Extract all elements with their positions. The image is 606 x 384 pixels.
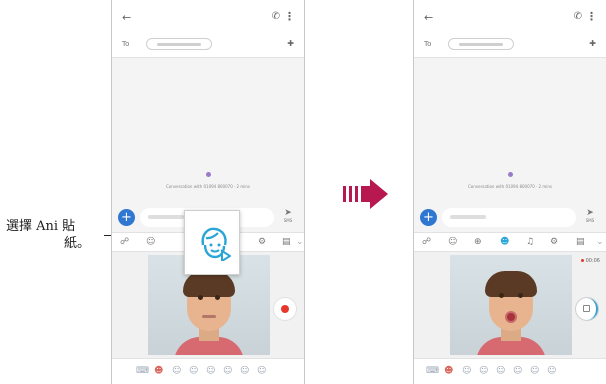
clipboard-icon[interactable]: ▤ xyxy=(282,237,291,248)
send-icon: ➤ xyxy=(586,208,594,218)
conversation-info: Conversation with 01094 800070 · 2 mins xyxy=(468,184,552,189)
ani-camera-area: 00:06 xyxy=(414,252,606,358)
rabbit-sticker-icon[interactable]: ☺ xyxy=(240,366,249,377)
rabbit-sticker-icon[interactable]: ☺ xyxy=(530,366,539,377)
bird-sticker-icon[interactable]: ☺ xyxy=(513,366,522,377)
collapse-icon[interactable]: ⌄ xyxy=(596,237,604,248)
compose-bar: + ➤ SMS xyxy=(414,204,606,232)
more-options-icon[interactable]: ⋮ xyxy=(586,10,597,23)
keyboard-icon[interactable]: ⌨ xyxy=(136,366,149,377)
phone-before: ← ✆ ⋮ To ✚ Conversation with 01094 80007… xyxy=(111,0,305,384)
message-area: Conversation with 01094 800070 · 2 mins xyxy=(414,58,606,204)
record-button[interactable] xyxy=(274,298,296,320)
back-arrow-icon[interactable]: ← xyxy=(424,11,433,24)
cat-sticker-icon[interactable]: ☺ xyxy=(462,366,471,377)
recipient-chip[interactable] xyxy=(448,38,514,50)
contact-dot-icon xyxy=(508,172,513,177)
app-bar: ← ✆ ⋮ xyxy=(414,0,606,32)
collapse-icon[interactable]: ⌄ xyxy=(296,237,304,248)
message-area: Conversation with 01094 800070 · 2 mins xyxy=(112,58,304,204)
dog-sticker-icon[interactable]: ☺ xyxy=(496,366,505,377)
ani-sticker-icon[interactable]: ☻ xyxy=(500,237,509,248)
to-label: To xyxy=(424,40,432,48)
recipient-bar: To ✚ xyxy=(112,32,304,58)
bird-sticker-icon[interactable]: ☺ xyxy=(223,366,232,377)
to-label: To xyxy=(122,40,130,48)
contact-dot-icon xyxy=(206,172,211,177)
send-sms-button[interactable]: ➤ SMS xyxy=(580,208,600,223)
clipboard-icon[interactable]: ▤ xyxy=(576,237,585,248)
ani-sticker-highlight[interactable] xyxy=(184,210,240,275)
message-input[interactable] xyxy=(442,208,576,227)
avatar xyxy=(476,271,546,355)
send-sms-label: SMS xyxy=(283,218,293,223)
ghost-sticker-icon[interactable]: ☺ xyxy=(257,366,266,377)
transition-arrow-icon xyxy=(343,179,388,209)
add-people-icon[interactable]: ✚ xyxy=(589,39,596,48)
sticker-bar: ⌨ ☻ ☺ ☺ ☺ ☺ ☺ ☺ xyxy=(112,358,304,384)
recipient-chip[interactable] xyxy=(146,38,212,50)
settings-icon[interactable]: ⚙ xyxy=(258,237,266,248)
app-bar: ← ✆ ⋮ xyxy=(112,0,304,32)
phone-call-icon[interactable]: ✆ xyxy=(272,11,280,22)
cat-sticker-icon[interactable]: ☺ xyxy=(172,366,181,377)
shortcut-icon[interactable]: ☍ xyxy=(422,237,431,248)
send-icon: ➤ xyxy=(284,208,292,218)
keyboard-toolbar: ☍ ☺ ⊕ ☻ ♫ ⚙ ▤ ⌄ xyxy=(414,232,606,252)
send-sms-label: SMS xyxy=(585,218,595,223)
recipient-bar: To ✚ xyxy=(414,32,606,58)
sticker-bar: ⌨ ☻ ☺ ☺ ☺ ☺ ☺ ☺ xyxy=(414,358,606,384)
back-arrow-icon[interactable]: ← xyxy=(122,11,131,24)
callout-line-1: 選擇 Ani 貼 xyxy=(6,219,76,234)
settings-icon[interactable]: ⚙ xyxy=(550,237,558,248)
mic-icon[interactable]: ♫ xyxy=(526,237,534,248)
callout-line-2: 紙。 xyxy=(64,236,91,251)
avatar-preview xyxy=(450,255,572,355)
stop-recording-button[interactable] xyxy=(576,298,598,320)
send-sms-button[interactable]: ➤ SMS xyxy=(278,208,298,223)
ghost-sticker-icon[interactable]: ☺ xyxy=(547,366,556,377)
recording-timer: 00:06 xyxy=(580,258,600,264)
phone-call-icon[interactable]: ✆ xyxy=(574,11,582,22)
emoji-icon[interactable]: ☺ xyxy=(448,237,457,248)
phone-after: ← ✆ ⋮ To ✚ Conversation with 01094 80007… xyxy=(413,0,606,384)
conversation-info: Conversation with 01094 800070 · 2 mins xyxy=(166,184,250,189)
emoji-icon[interactable]: ☺ xyxy=(146,237,155,248)
gif-icon[interactable]: ⊕ xyxy=(474,237,482,248)
keyboard-icon[interactable]: ⌨ xyxy=(426,366,439,377)
person-sticker-icon[interactable]: ☻ xyxy=(444,366,453,377)
more-options-icon[interactable]: ⋮ xyxy=(284,10,295,23)
attach-plus-button[interactable]: + xyxy=(118,209,135,226)
person-sticker-icon[interactable]: ☻ xyxy=(154,366,163,377)
shortcut-icon[interactable]: ☍ xyxy=(120,237,129,248)
dog-sticker-icon[interactable]: ☺ xyxy=(206,366,215,377)
bear-sticker-icon[interactable]: ☺ xyxy=(189,366,198,377)
add-people-icon[interactable]: ✚ xyxy=(287,39,294,48)
bear-sticker-icon[interactable]: ☺ xyxy=(479,366,488,377)
avatar xyxy=(174,271,244,355)
attach-plus-button[interactable]: + xyxy=(420,209,437,226)
callout-label: 選擇 Ani 貼 紙。 xyxy=(6,218,90,252)
ani-sticker-icon xyxy=(201,227,231,261)
